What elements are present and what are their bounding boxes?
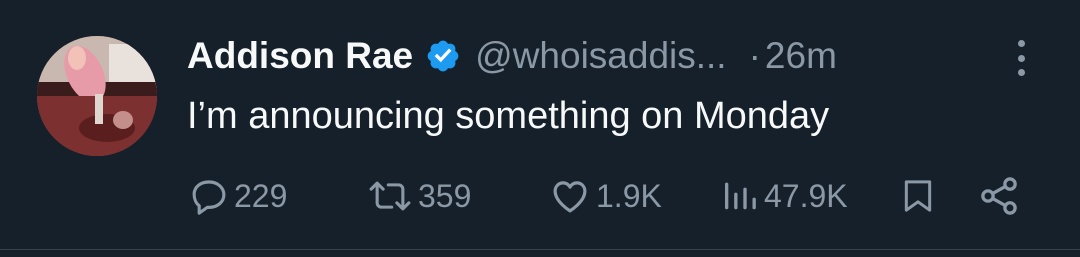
reply-button[interactable]: 229 (188, 168, 287, 224)
tweet-text: I’m announcing something on Monday (187, 95, 830, 137)
tweet-header: Addison Rae @whoisaddis... · 26m (187, 28, 837, 84)
author-name[interactable]: Addison Rae (187, 35, 413, 77)
tweet[interactable]: Addison Rae @whoisaddis... · 26m I’m ann… (0, 0, 1080, 257)
share-icon (976, 174, 1022, 218)
like-button[interactable]: 1.9K (548, 168, 662, 224)
share-button[interactable] (976, 168, 1022, 224)
reply-count: 229 (234, 177, 288, 214)
avatar[interactable] (37, 36, 157, 156)
retweet-button[interactable]: 359 (366, 168, 471, 224)
views-icon (720, 175, 760, 217)
bookmark-button[interactable] (898, 168, 938, 224)
author-handle[interactable]: @whoisaddis... (475, 35, 726, 77)
avatar-image (37, 36, 157, 156)
more-icon[interactable] (1008, 36, 1034, 80)
like-count: 1.9K (596, 177, 662, 214)
bookmark-icon (898, 174, 938, 218)
views-count: 47.9K (764, 177, 848, 214)
timestamp[interactable]: 26m (765, 35, 837, 77)
action-bar: 229 359 1.9K 47.9K (0, 168, 1080, 224)
like-icon (548, 175, 592, 217)
views-button[interactable]: 47.9K (720, 168, 848, 224)
separator-dot: · (748, 35, 761, 76)
retweet-count: 359 (418, 177, 472, 214)
retweet-icon (366, 175, 414, 217)
verified-badge-icon[interactable] (425, 38, 461, 74)
reply-icon (188, 175, 230, 217)
divider (0, 249, 1080, 250)
